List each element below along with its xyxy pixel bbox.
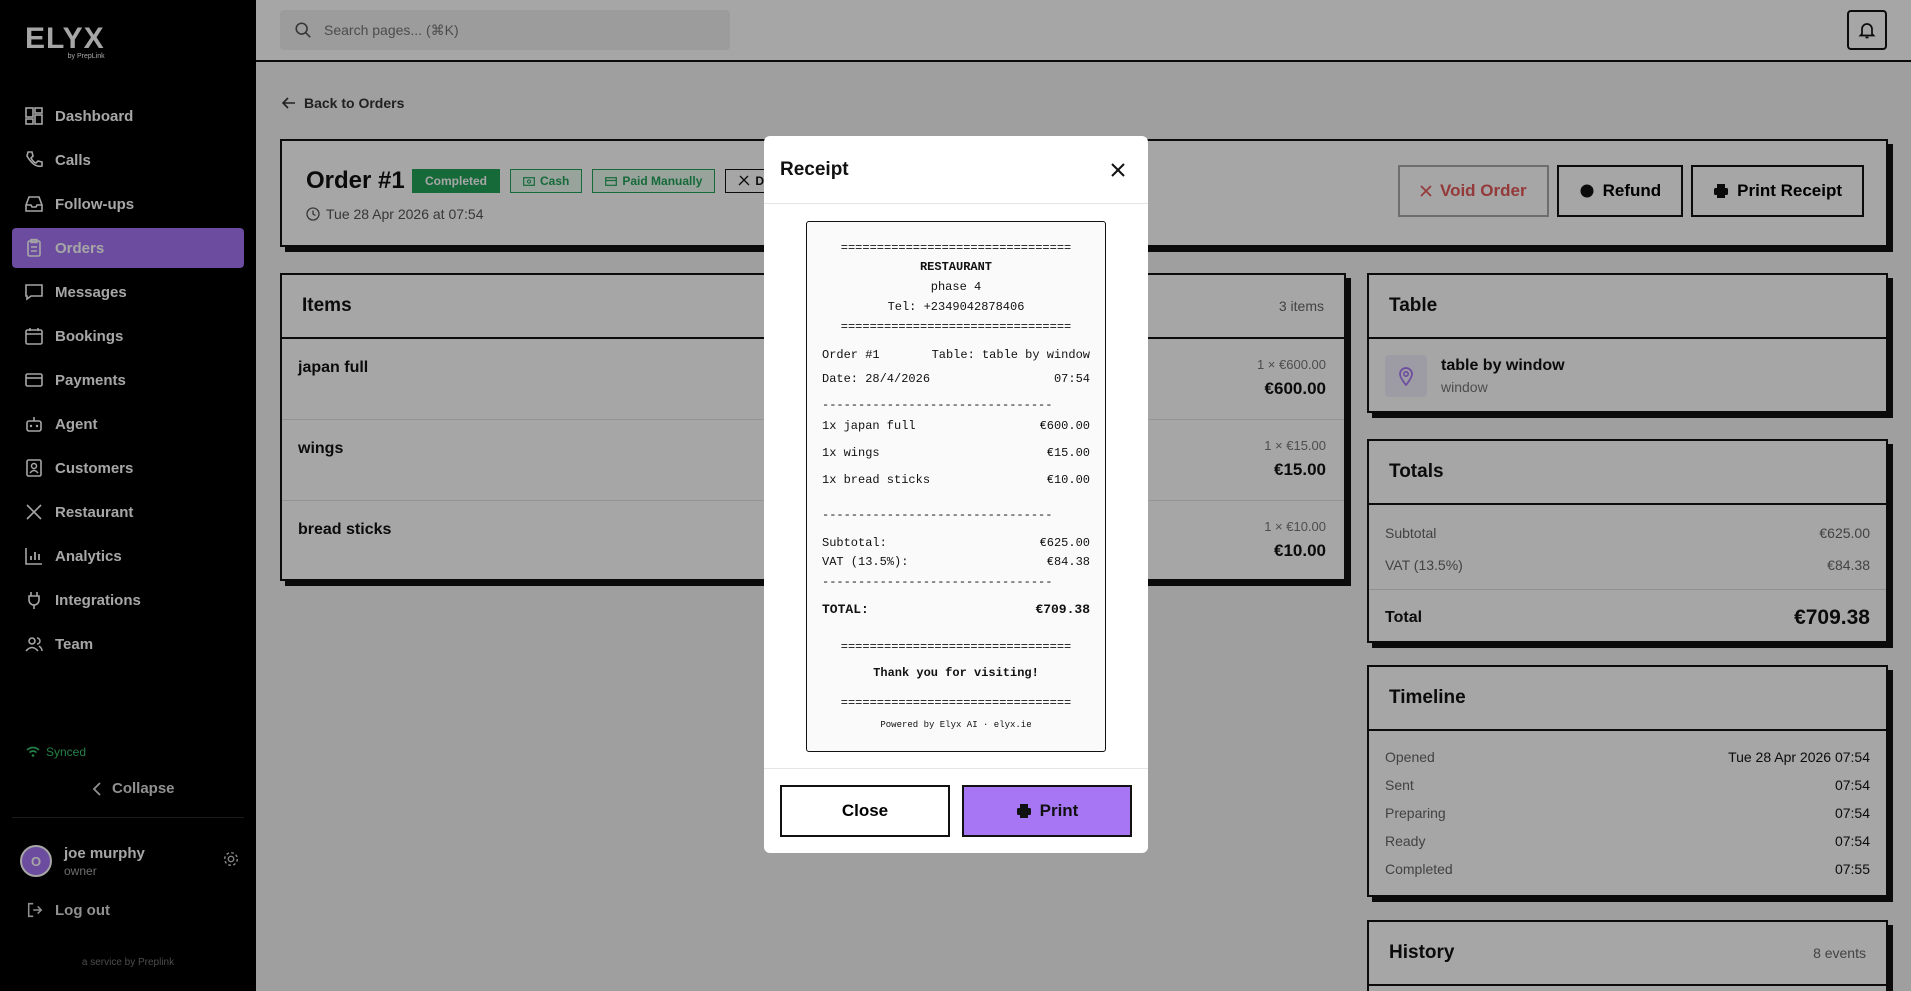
receipt-total-row: TOTAL: €709.38 [822, 602, 1090, 617]
receipt-rule: ================================ [840, 640, 1072, 654]
receipt-address: phase 4 [930, 280, 982, 294]
receipt-line-name: 1x wings [822, 446, 880, 460]
close-icon[interactable] [1104, 156, 1132, 184]
receipt-line-price: €15.00 [1046, 446, 1090, 460]
receipt-total-label: TOTAL: [822, 602, 869, 617]
receipt-thanks: Thank you for visiting! [873, 666, 1039, 680]
receipt-line-item: 1x wings €15.00 [822, 446, 1090, 460]
receipt-subtotal-row: Subtotal: €625.00 [822, 536, 1090, 550]
receipt-tel: Tel: +2349042878406 [887, 300, 1025, 314]
modal-header: Receipt [764, 136, 1148, 204]
receipt-powered: Powered by Elyx AI · elyx.ie [880, 720, 1032, 730]
close-button[interactable]: Close [780, 785, 950, 837]
receipt-line-item: 1x bread sticks €10.00 [822, 473, 1090, 487]
receipt-table: Table: table by window [931, 348, 1090, 362]
receipt-rule: ================================ [840, 241, 1072, 255]
receipt-line-item: 1x japan full €600.00 [822, 419, 1090, 433]
receipt-divider: -------------------------------- [822, 398, 1053, 412]
receipt-preview: ================================ RESTAUR… [806, 221, 1106, 752]
receipt-date: Date: 28/4/2026 [822, 372, 931, 386]
receipt-line-price: €10.00 [1046, 473, 1090, 487]
receipt-line-price: €600.00 [1039, 419, 1090, 433]
receipt-total: €709.38 [1035, 602, 1090, 617]
modal-footer: Close Print [764, 768, 1148, 853]
receipt-divider: -------------------------------- [822, 575, 1053, 589]
modal-title: Receipt [780, 158, 849, 180]
receipt-line-name: 1x japan full [822, 419, 916, 433]
receipt-time: 07:54 [1053, 372, 1090, 386]
receipt-rule: ================================ [840, 320, 1072, 334]
receipt-subtotal-label: Subtotal: [822, 536, 887, 550]
receipt-vat-row: VAT (13.5%): €84.38 [822, 555, 1090, 569]
receipt-date-row: Date: 28/4/2026 07:54 [822, 372, 1090, 386]
receipt-restaurant-name: RESTAURANT [919, 260, 992, 274]
receipt-subtotal: €625.00 [1039, 536, 1090, 550]
receipt-line-name: 1x bread sticks [822, 473, 931, 487]
receipt-rule: ================================ [840, 696, 1072, 710]
receipt-modal: Receipt ================================… [764, 136, 1148, 853]
receipt-order: Order #1 [822, 348, 880, 362]
receipt-vat-label: VAT (13.5%): [822, 555, 909, 569]
receipt-vat: €84.38 [1046, 555, 1090, 569]
receipt-divider: -------------------------------- [822, 508, 1053, 522]
print-label: Print [1039, 801, 1079, 820]
print-button[interactable]: Print [962, 785, 1132, 837]
printer-icon [1016, 804, 1031, 818]
receipt-order-row: Order #1 Table: table by window [822, 348, 1090, 362]
